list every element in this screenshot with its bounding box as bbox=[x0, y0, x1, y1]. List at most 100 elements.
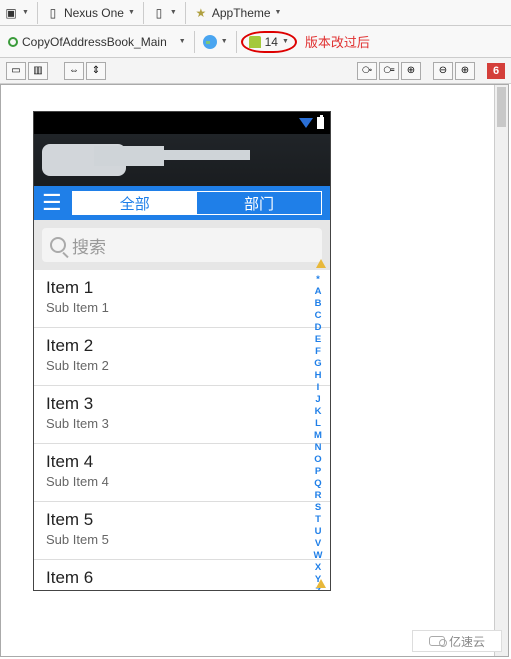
watermark-text: 亿速云 bbox=[449, 633, 485, 650]
list-item-title: Item 3 bbox=[46, 394, 318, 414]
zoom-100-button[interactable]: ⊕ bbox=[401, 62, 421, 80]
index-letter[interactable]: A bbox=[315, 286, 322, 298]
tab-department[interactable]: 部门 bbox=[197, 192, 321, 214]
toolbar-view: ▭ ▥ ⇔ ⇕ ⧂ ⧃ ⊕ ⊖ ⊕ 6 bbox=[0, 58, 511, 84]
index-letter[interactable]: O bbox=[314, 454, 321, 466]
index-letter[interactable]: I bbox=[317, 382, 320, 394]
list-view[interactable]: Item 1Sub Item 1Item 2Sub Item 2Item 3Su… bbox=[34, 270, 330, 590]
warning-icon bbox=[316, 579, 326, 588]
index-letter[interactable]: G bbox=[314, 358, 321, 370]
search-input[interactable]: 搜索 bbox=[42, 228, 322, 262]
search-row: 搜索 bbox=[34, 220, 330, 270]
list-item[interactable]: Item 3Sub Item 3 bbox=[34, 386, 330, 444]
search-icon bbox=[50, 237, 66, 253]
chevron-down-icon: ▼ bbox=[179, 38, 186, 45]
battery-icon bbox=[317, 117, 324, 129]
device-dropdown[interactable]: ▯ Nexus One ▼ bbox=[42, 4, 139, 22]
orientation-icon: ▯ bbox=[152, 6, 166, 20]
device-label: Nexus One bbox=[64, 6, 124, 20]
list-item[interactable]: Item 2 Sub Item 2 bbox=[34, 328, 330, 386]
android-icon bbox=[249, 36, 261, 48]
fit-vertical-button[interactable]: ⇕ bbox=[86, 62, 106, 80]
index-letter[interactable]: H bbox=[315, 370, 322, 382]
index-letter[interactable]: T bbox=[315, 514, 321, 526]
search-placeholder: 搜索 bbox=[72, 233, 106, 258]
vertical-scrollbar[interactable] bbox=[494, 85, 508, 656]
zoom-fit-button[interactable]: ⧃ bbox=[379, 62, 399, 80]
index-letter[interactable]: B bbox=[315, 298, 322, 310]
api-level-dropdown[interactable]: 14 ▼ bbox=[241, 31, 297, 53]
index-letter[interactable]: U bbox=[315, 526, 322, 538]
index-letter[interactable]: N bbox=[315, 442, 322, 454]
list-item-title: Item 6 bbox=[46, 568, 318, 588]
chevron-down-icon: ▼ bbox=[221, 38, 228, 45]
tab-group: 全部 部门 bbox=[72, 191, 322, 215]
cloud-icon bbox=[429, 636, 445, 646]
index-letter[interactable]: L bbox=[315, 418, 321, 430]
index-letter[interactable]: R bbox=[315, 490, 322, 502]
zoom-actual-button[interactable]: ⧂ bbox=[357, 62, 377, 80]
index-bar[interactable]: *ABCDEFGHIJKLMNOPQRSTUVWXYZ bbox=[312, 274, 324, 586]
star-icon: ★ bbox=[194, 6, 208, 20]
list-item-subtitle: Sub Item 4 bbox=[46, 474, 318, 489]
fit-horizontal-button[interactable]: ⇔ bbox=[64, 62, 84, 80]
chevron-down-icon: ▼ bbox=[170, 9, 177, 16]
configuration-dropdown[interactable]: CopyOfAddressBook_Main ▼ bbox=[0, 33, 190, 51]
list-item-title: Item 2 bbox=[46, 336, 318, 356]
list-item[interactable]: Item 6Sub Item 6 bbox=[34, 560, 330, 590]
theme-dropdown[interactable]: ★ AppTheme ▼ bbox=[190, 4, 286, 22]
redacted-text bbox=[154, 150, 250, 160]
chevron-down-icon: ▼ bbox=[22, 9, 29, 16]
warning-icon bbox=[316, 259, 326, 268]
index-letter[interactable]: S bbox=[315, 502, 321, 514]
list-item-subtitle: Sub Item 5 bbox=[46, 532, 318, 547]
view-normal-button[interactable]: ▭ bbox=[6, 62, 26, 80]
watermark: 亿速云 bbox=[412, 630, 502, 652]
zoom-out-button[interactable]: ⊖ bbox=[433, 62, 453, 80]
design-icon: ▣ bbox=[4, 6, 18, 20]
phone-icon: ▯ bbox=[46, 6, 60, 20]
app-header bbox=[34, 134, 330, 186]
index-letter[interactable]: E bbox=[315, 334, 321, 346]
toolbar-config: CopyOfAddressBook_Main ▼ ▼ 14 ▼ 版本改过后 bbox=[0, 26, 511, 58]
toolbar-devices: ▣ ▼ ▯ Nexus One ▼ ▯ ▼ ★ AppTheme ▼ bbox=[0, 0, 511, 26]
list-item[interactable]: Item 4 Sub Item 4 bbox=[34, 444, 330, 502]
tab-all[interactable]: 全部 bbox=[73, 192, 197, 214]
run-icon bbox=[8, 37, 18, 47]
list-item[interactable]: Item 1 Sub Item 1 bbox=[34, 270, 330, 328]
index-letter[interactable]: Q bbox=[314, 478, 321, 490]
chevron-down-icon: ▼ bbox=[275, 9, 282, 16]
index-letter[interactable]: F bbox=[315, 346, 321, 358]
notification-icon bbox=[299, 118, 313, 128]
error-badge[interactable]: 6 bbox=[487, 63, 505, 79]
config-label: CopyOfAddressBook_Main bbox=[22, 35, 167, 49]
theme-label: AppTheme bbox=[212, 6, 271, 20]
index-letter[interactable]: W bbox=[314, 550, 323, 562]
orientation-dropdown[interactable]: ▯ ▼ bbox=[148, 4, 181, 22]
list-item-title: Item 5 bbox=[46, 510, 318, 530]
list-item-title: Item 1 bbox=[46, 278, 318, 298]
locale-dropdown[interactable]: ▼ bbox=[199, 33, 232, 51]
index-letter[interactable]: M bbox=[314, 430, 322, 442]
index-letter[interactable]: D bbox=[315, 322, 322, 334]
index-letter[interactable]: X bbox=[315, 562, 321, 574]
globe-icon bbox=[203, 35, 217, 49]
index-letter[interactable]: C bbox=[315, 310, 322, 322]
index-letter[interactable]: K bbox=[315, 406, 322, 418]
list-item-subtitle: Sub Item 1 bbox=[46, 300, 318, 315]
index-letter[interactable]: V bbox=[315, 538, 321, 550]
chevron-down-icon: ▼ bbox=[128, 9, 135, 16]
status-bar bbox=[34, 112, 330, 134]
tab-bar: ☰ 全部 部门 bbox=[34, 186, 330, 220]
index-letter[interactable]: * bbox=[316, 274, 320, 286]
view-split-button[interactable]: ▥ bbox=[28, 62, 48, 80]
design-mode-dropdown[interactable]: ▣ ▼ bbox=[0, 4, 33, 22]
list-item[interactable]: Item 5 Sub Item 5 bbox=[34, 502, 330, 560]
list-item-title: Item 4 bbox=[46, 452, 318, 472]
hamburger-icon[interactable]: ☰ bbox=[42, 192, 62, 214]
index-letter[interactable]: P bbox=[315, 466, 321, 478]
list-item-subtitle: Sub Item 2 bbox=[46, 358, 318, 373]
device-frame: ☰ 全部 部门 搜索 Item 1 Sub Item 1 Item 2 Sub Ite… bbox=[33, 111, 331, 591]
index-letter[interactable]: J bbox=[315, 394, 320, 406]
zoom-in-button[interactable]: ⊕ bbox=[455, 62, 475, 80]
